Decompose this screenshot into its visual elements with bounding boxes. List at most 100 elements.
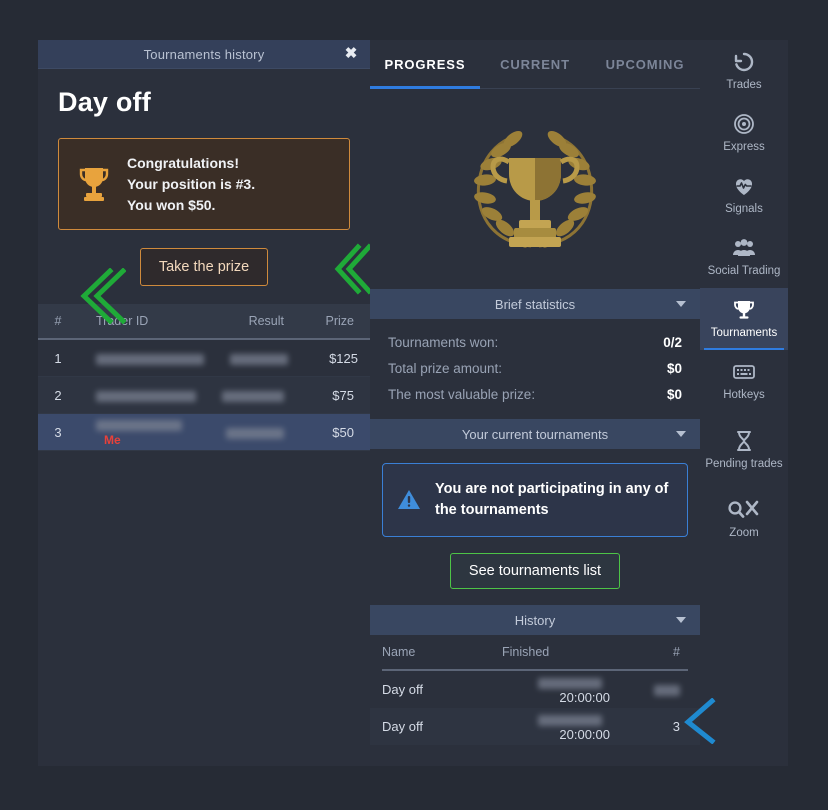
panel-title: Tournaments history (143, 46, 265, 62)
congratulations-card: Congratulations! Your position is #3. Yo… (58, 138, 350, 230)
cell-trader-id (78, 388, 200, 403)
column-header-result: Result (248, 314, 284, 328)
magnifier-expand-icon (728, 500, 759, 518)
cell-prize: $75 (332, 387, 354, 403)
stat-value: $0 (666, 386, 682, 402)
cell-trader-id (78, 351, 204, 366)
congrats-line-1: Congratulations! (127, 154, 239, 171)
stat-row-total-prize: Total prize amount: $0 (388, 355, 682, 381)
sidebar-item-label: Hotkeys (723, 389, 765, 401)
cell-trader-id: Me (78, 417, 200, 447)
tab-progress[interactable]: PROGRESS (370, 40, 480, 89)
tournament-name-heading: Day off (58, 87, 151, 117)
current-tournaments-body: You are not participating in any of the … (370, 449, 700, 605)
cell-rank: 1 (54, 350, 62, 366)
sidebar-item-label: Signals (725, 203, 763, 215)
table-row[interactable]: 1 $125 (38, 340, 370, 377)
congratulations-text: Congratulations! Your position is #3. Yo… (127, 153, 255, 216)
redacted-value (96, 353, 204, 365)
sidebar-item-signals[interactable]: Signals (700, 164, 788, 226)
redacted-value (96, 420, 182, 432)
panel-body: Day off Congratulations! Your position i… (38, 87, 372, 451)
redacted-value (226, 427, 284, 439)
history-title: History (514, 612, 556, 628)
heart-pulse-icon (735, 179, 753, 195)
history-cell-number: 3 (672, 719, 680, 734)
sidebar-item-social-trading[interactable]: Social Trading (700, 226, 788, 288)
cell-rank: 2 (54, 387, 62, 403)
tournaments-history-panel: Tournaments history ✖ Day off Congratula… (38, 40, 372, 766)
sidebar-item-label: Social Trading (707, 265, 781, 277)
not-participating-notice: You are not participating in any of the … (382, 463, 688, 537)
trophy-icon (79, 168, 109, 201)
trophy-laurel-icon (474, 130, 596, 248)
column-header-rank: # (54, 314, 62, 328)
table-row[interactable]: 3 Me $50 (38, 414, 370, 451)
congrats-line-2: Your position is #3. (127, 175, 256, 192)
column-header-prize: Prize (325, 314, 354, 328)
history-row[interactable]: Day off 20:00:00 3 (370, 708, 700, 745)
history-clock-icon (734, 52, 754, 72)
double-chevron-left-marker-icon (334, 243, 372, 295)
take-the-prize-button[interactable]: Take the prize (139, 248, 269, 286)
cell-result (200, 388, 284, 403)
me-badge: Me (104, 433, 121, 447)
tab-bar: PROGRESS CURRENT UPCOMING (370, 40, 700, 89)
stat-row-tournaments-won: Tournaments won: 0/2 (388, 329, 682, 355)
app-root: Tournaments history ✖ Day off Congratula… (0, 0, 828, 810)
tab-upcoming[interactable]: UPCOMING (590, 40, 700, 88)
right-icon-rail: Trades Express Signals Social Trading To… (700, 40, 788, 766)
cell-prize: $125 (329, 350, 358, 366)
chevron-down-icon[interactable] (676, 617, 686, 623)
current-tournaments-title: Your current tournaments (461, 426, 609, 442)
cell-result (200, 425, 284, 440)
chevron-down-icon[interactable] (676, 431, 686, 437)
history-cell-name: Day off (382, 682, 423, 697)
congrats-line-3: You won $50. (127, 196, 216, 213)
sidebar-item-label: Express (723, 141, 765, 153)
history-column-finished: Finished (502, 645, 550, 659)
sidebar-item-zoom[interactable]: Zoom (700, 488, 788, 550)
panel-titlebar: Tournaments history ✖ (38, 40, 370, 69)
brief-statistics-body: Tournaments won: 0/2 Total prize amount:… (370, 319, 700, 419)
sidebar-item-trades[interactable]: Trades (700, 40, 788, 102)
history-header[interactable]: History (370, 605, 700, 635)
current-tournaments-header[interactable]: Your current tournaments (370, 419, 700, 449)
stat-value: 0/2 (663, 334, 682, 350)
stat-row-most-valuable-prize: The most valuable prize: $0 (388, 381, 682, 407)
tournaments-panel: PROGRESS CURRENT UPCOMING Brief statisti… (370, 40, 700, 766)
history-finished-time: 20:00:00 (559, 726, 610, 742)
redacted-value (538, 677, 602, 689)
sidebar-item-label: Tournaments (710, 327, 778, 339)
sidebar-item-label: Zoom (729, 527, 759, 539)
column-header-trader: Trader ID (96, 314, 149, 328)
tab-current[interactable]: CURRENT (480, 40, 590, 88)
history-column-number: # (673, 645, 680, 659)
see-tournaments-list-button[interactable]: See tournaments list (449, 553, 621, 589)
hourglass-icon (737, 431, 751, 451)
chevron-down-icon[interactable] (676, 301, 686, 307)
table-row[interactable]: 2 $75 (38, 377, 370, 414)
sidebar-item-pending-trades[interactable]: Pending trades (700, 412, 788, 488)
history-finished-time: 20:00:00 (559, 689, 610, 705)
close-icon[interactable]: ✖ (342, 45, 360, 63)
history-cell-name: Day off (382, 719, 423, 734)
people-group-icon (733, 239, 755, 256)
sidebar-item-express[interactable]: Express (700, 102, 788, 164)
not-participating-text: You are not participating in any of the … (435, 481, 669, 518)
trophy-icon (734, 301, 754, 319)
redacted-value (230, 353, 288, 365)
sidebar-item-tournaments[interactable]: Tournaments (700, 288, 788, 350)
redacted-value (96, 390, 196, 402)
leaderboard-table: # Trader ID Result Prize 1 $125 2 $75 3 … (38, 304, 370, 451)
sidebar-item-hotkeys[interactable]: Hotkeys (700, 350, 788, 412)
brief-statistics-header[interactable]: Brief statistics (370, 289, 700, 319)
redacted-value (654, 685, 680, 697)
redacted-value (222, 390, 284, 402)
history-header-row: Name Finished # (382, 635, 688, 671)
stat-value: $0 (666, 360, 682, 376)
history-row[interactable]: Day off 20:00:00 (370, 671, 700, 708)
brief-statistics-title: Brief statistics (494, 296, 576, 312)
history-column-name: Name (382, 645, 416, 659)
sidebar-item-label: Pending trades (705, 458, 783, 470)
